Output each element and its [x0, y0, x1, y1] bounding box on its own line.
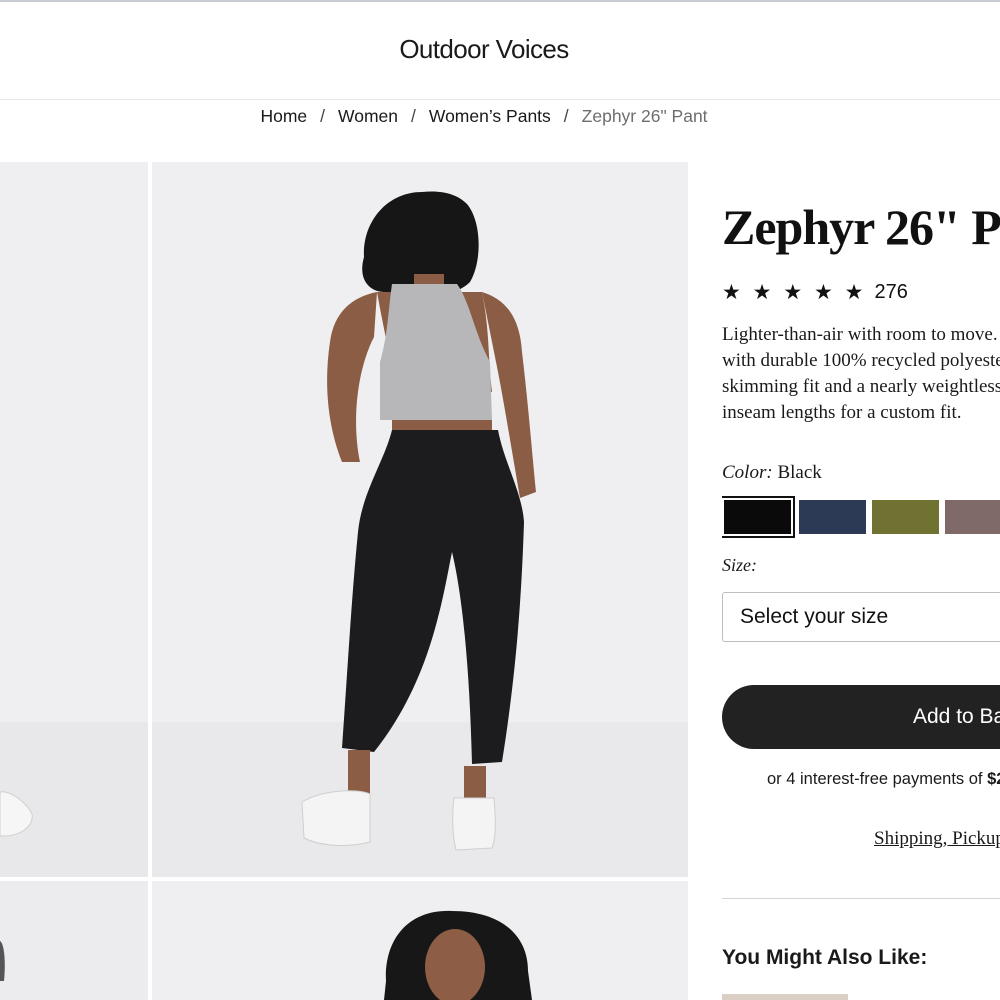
swatch-black[interactable] [722, 496, 795, 538]
model-front-illustration [152, 881, 688, 1000]
color-label: Color: [722, 462, 773, 483]
site-header: Outdoor Voices [0, 2, 1000, 100]
brand-logo[interactable]: Outdoor Voices [0, 34, 968, 65]
model-back-illustration [152, 162, 688, 877]
recommendations-heading: You Might Also Like: [722, 946, 928, 969]
breadcrumb-separator: / [411, 106, 416, 126]
payments-amount: $2 [987, 770, 1000, 788]
installment-payments-text: or 4 interest-free payments of $2 [767, 770, 1000, 789]
size-label: Size: [722, 555, 757, 575]
product-photo-side[interactable] [0, 162, 148, 877]
breadcrumb: Home / Women / Women’s Pants / Zephyr 26" Pant [0, 106, 968, 127]
breadcrumb-womens-pants[interactable]: Women’s Pants [429, 106, 551, 126]
star-rating-icons: ★ ★ ★ ★ ★ [722, 281, 867, 304]
product-photo-detail[interactable] [0, 881, 148, 1000]
breadcrumb-separator: / [563, 106, 569, 126]
product-title: Zephyr 26" Pant [722, 199, 1000, 255]
product-info-panel: Zephyr 26" Pant ★ ★ ★ ★ ★ 276 Lighter-th… [722, 162, 1000, 1000]
section-divider [722, 898, 1000, 899]
recommendation-thumbnail[interactable] [722, 994, 848, 1000]
model-side-illustration [0, 162, 148, 877]
product-gallery [0, 162, 688, 1000]
breadcrumb-women[interactable]: Women [338, 106, 398, 126]
product-description: Lighter-than-air with room to move. Made… [722, 324, 1000, 423]
swatch-navy[interactable] [799, 500, 866, 534]
breadcrumb-current: Zephyr 26" Pant [581, 106, 708, 126]
swatch-olive[interactable] [872, 500, 939, 534]
product-rating[interactable]: ★ ★ ★ ★ ★ 276 [722, 280, 908, 305]
color-selection-label: Color: Black [722, 462, 822, 484]
breadcrumb-separator: / [320, 106, 326, 126]
product-photo-front[interactable] [152, 881, 688, 1000]
add-to-bag-button[interactable]: Add to Bag [722, 685, 1000, 749]
review-count[interactable]: 276 [874, 281, 907, 304]
color-value: Black [777, 462, 822, 483]
size-select[interactable]: Select your size [722, 592, 1000, 642]
breadcrumb-home[interactable]: Home [260, 106, 307, 126]
product-photo-back[interactable] [152, 162, 688, 877]
color-swatches [722, 496, 1000, 538]
shipping-pickup-link[interactable]: Shipping, Pickup [874, 828, 1000, 850]
detail-illustration [0, 881, 148, 1000]
payments-text: or 4 interest-free payments of [767, 770, 988, 788]
swatch-mauve[interactable] [945, 500, 1000, 534]
